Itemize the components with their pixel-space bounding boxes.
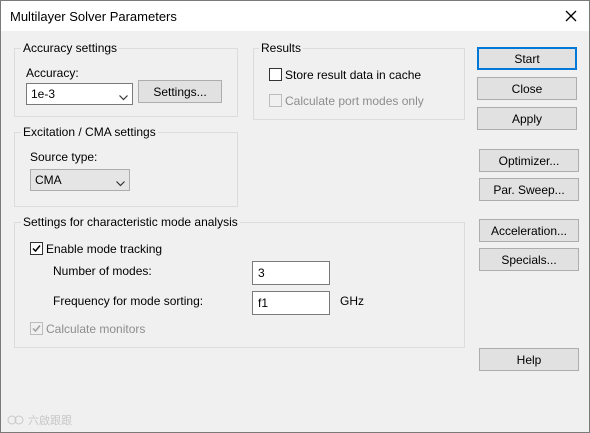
store-result-label[interactable]: Store result data in cache [285, 68, 421, 82]
accuracy-settings-button[interactable]: Settings... [138, 80, 222, 103]
window-title: Multilayer Solver Parameters [10, 9, 177, 24]
checkmark-icon [32, 325, 41, 333]
checkmark-icon [32, 245, 41, 253]
results-group [253, 48, 465, 120]
close-icon[interactable] [561, 6, 581, 26]
calc-monitors-label: Calculate monitors [46, 322, 146, 336]
specials-button[interactable]: Specials... [479, 248, 579, 271]
accuracy-settings-title: Accuracy settings [21, 41, 120, 55]
title-bar: Multilayer Solver Parameters [1, 1, 589, 31]
source-type-label: Source type: [30, 150, 98, 164]
watermark-text: 六啟跟跟 [28, 415, 72, 427]
enable-tracking-checkbox[interactable] [30, 242, 43, 255]
par-sweep-button[interactable]: Par. Sweep... [479, 178, 579, 201]
chevron-down-icon [119, 90, 128, 104]
num-modes-input[interactable]: 3 [252, 261, 330, 285]
freq-sorting-label: Frequency for mode sorting: [53, 294, 204, 308]
acceleration-button[interactable]: Acceleration... [479, 219, 579, 242]
num-modes-label: Number of modes: [53, 264, 152, 278]
results-title: Results [259, 41, 304, 55]
watermark-logo-icon [7, 415, 24, 425]
dialog-window: Multilayer Solver Parameters Accuracy se… [0, 0, 590, 433]
port-modes-label: Calculate port modes only [285, 94, 424, 108]
accuracy-label: Accuracy: [26, 66, 79, 80]
watermark: 六啟跟跟 [7, 412, 72, 428]
store-result-checkbox[interactable] [269, 68, 282, 81]
accuracy-select[interactable]: 1e-3 [26, 83, 133, 105]
close-button[interactable]: Close [477, 77, 577, 100]
optimizer-button[interactable]: Optimizer... [479, 149, 579, 172]
enable-tracking-label[interactable]: Enable mode tracking [46, 242, 162, 256]
calc-monitors-checkbox [30, 322, 43, 335]
freq-unit-label: GHz [340, 294, 364, 308]
source-type-value: CMA [35, 173, 62, 187]
start-button[interactable]: Start [477, 47, 577, 70]
source-type-select[interactable]: CMA [30, 169, 130, 191]
excitation-title: Excitation / CMA settings [21, 125, 158, 139]
freq-sorting-input[interactable]: f1 [252, 291, 330, 315]
help-button[interactable]: Help [479, 348, 579, 371]
port-modes-checkbox [269, 94, 282, 107]
accuracy-value: 1e-3 [31, 87, 56, 101]
cma-settings-title: Settings for characteristic mode analysi… [21, 215, 240, 229]
chevron-down-icon [116, 176, 125, 190]
apply-button[interactable]: Apply [477, 107, 577, 130]
